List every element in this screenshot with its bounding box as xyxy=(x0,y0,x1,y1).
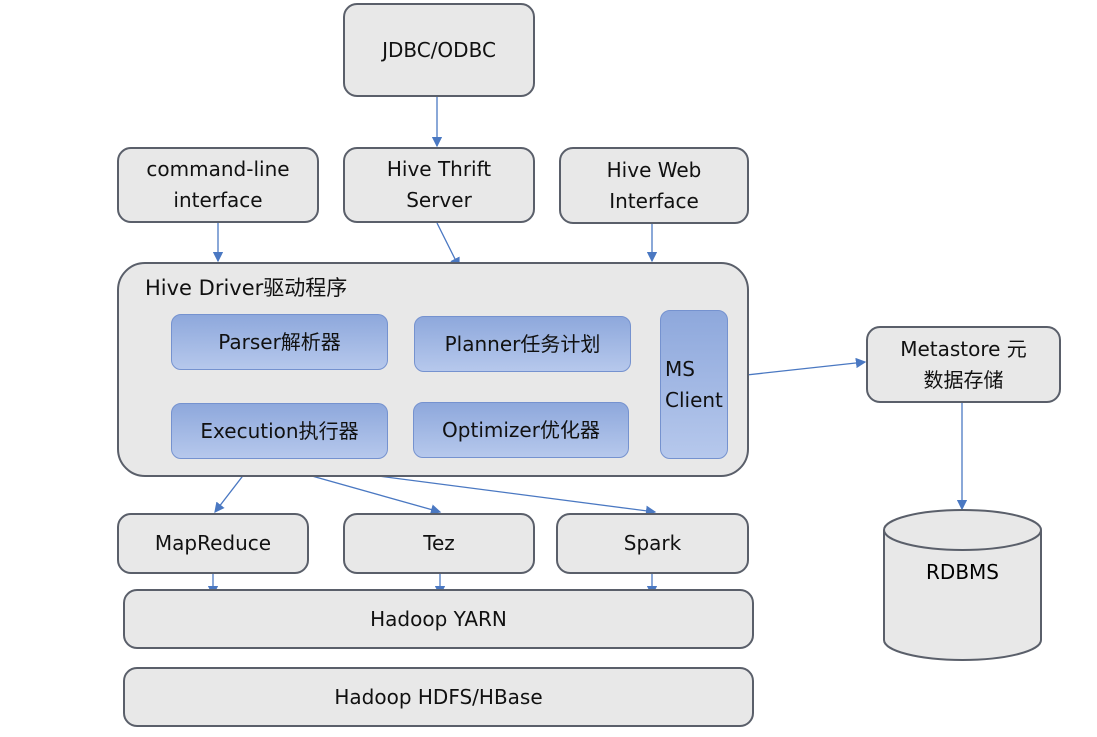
yarn-node: Hadoop YARN xyxy=(123,589,754,649)
node-label: Parser解析器 xyxy=(218,329,341,354)
hdfs-node: Hadoop HDFS/HBase xyxy=(123,667,754,727)
thrift-server-node: Hive Thrift Server xyxy=(343,147,535,223)
node-label: Hadoop YARN xyxy=(370,606,507,631)
spark-node: Spark xyxy=(556,513,749,574)
rdbms-cylinder xyxy=(883,509,1042,661)
jdbc-odbc-node: JDBC/ODBC xyxy=(343,3,535,97)
node-label: Hadoop HDFS/HBase xyxy=(334,684,543,709)
node-label: command-line interface xyxy=(146,157,290,212)
node-label: Spark xyxy=(623,531,682,555)
planner-node: Planner任务计划 xyxy=(414,316,631,372)
node-label: Planner任务计划 xyxy=(444,331,601,356)
hive-driver-title: Hive Driver驱动程序 xyxy=(145,276,348,300)
node-label: Metastore 元数据存储 xyxy=(900,336,1027,392)
cli-node: command-line interface xyxy=(117,147,319,223)
node-label: Hive Web Interface xyxy=(606,157,702,213)
metastore-node: Metastore 元数据存储 xyxy=(866,326,1061,403)
node-label: Hive Thrift Server xyxy=(386,157,492,212)
ms-client-node: MS Client xyxy=(660,310,728,459)
tez-node: Tez xyxy=(343,513,535,574)
parser-node: Parser解析器 xyxy=(171,314,388,370)
node-label: Execution执行器 xyxy=(200,418,359,443)
optimizer-node: Optimizer优化器 xyxy=(413,402,629,458)
execution-node: Execution执行器 xyxy=(171,403,388,459)
node-label: Optimizer优化器 xyxy=(442,417,600,442)
node-label: JDBC/ODBC xyxy=(382,37,496,62)
arrow-thrift-driver xyxy=(436,222,460,269)
node-label: MS Client xyxy=(665,356,723,412)
mapreduce-node: MapReduce xyxy=(117,513,309,574)
node-label: Tez xyxy=(423,531,455,555)
node-label: MapReduce xyxy=(154,531,272,555)
web-interface-node: Hive Web Interface xyxy=(559,147,749,224)
rdbms-label: RDBMS xyxy=(926,560,999,584)
